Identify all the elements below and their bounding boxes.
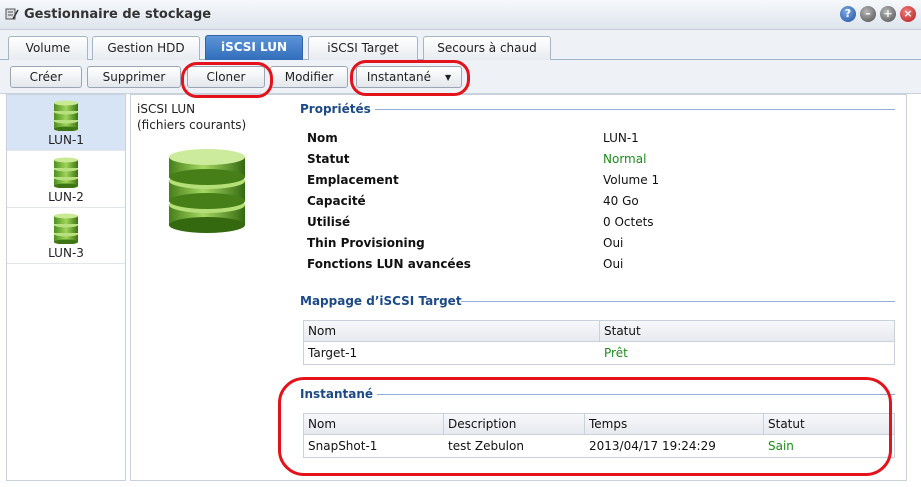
table-cell: 2013/04/17 19:24:29 [589,439,716,453]
prop-label: Emplacement [307,173,399,187]
column-header[interactable]: Nom [304,321,600,342]
lun-type: iSCSI LUN (fichiers courants) [137,101,246,133]
properties-title: Propriétés [300,102,371,116]
table-cell: Target-1 [308,346,358,360]
tab-iscsi-lun[interactable]: iSCSI LUN [205,35,303,61]
prop-label: Statut [307,152,350,166]
prop-value: Volume 1 [603,173,660,187]
close-icon[interactable]: × [900,6,916,22]
tab-secours-a-chaud[interactable]: Secours à chaud [423,36,551,60]
lun-list-item[interactable]: LUN-1 [7,95,125,151]
lun-list-item[interactable]: LUN-2 [7,152,125,208]
prop-label: Thin Provisioning [307,236,425,250]
column-header[interactable]: Nom [304,414,444,435]
mapping-table: Nom Statut Target-1 Prêt [303,320,895,365]
prop-label: Nom [307,131,338,145]
tab-strip: Volume Gestion HDD iSCSI LUN iSCSI Targe… [0,30,921,61]
storage-manager-icon [5,8,19,20]
tab-iscsi-target[interactable]: iSCSI Target [308,36,418,60]
lun-type-subline: (fichiers courants) [137,118,247,132]
prop-value: Oui [603,236,624,250]
prop-value: Oui [603,257,624,271]
minimize-icon[interactable]: – [860,6,876,22]
lun-list: LUN-1 LUN-2 LUN-3 [6,94,126,481]
modify-button[interactable]: Modifier [270,66,348,88]
status-value: Normal [603,152,647,166]
mapping-title: Mappage d’iSCSI Target [300,294,462,308]
title-bar: Gestionnaire de stockage ? – + × [0,0,921,30]
snapshot-table: Nom Description Temps Statut SnapShot-1 … [303,413,895,458]
lun-type-line: iSCSI LUN [137,102,196,116]
prop-label: Capacité [307,194,366,208]
delete-button[interactable]: Supprimer [87,66,181,88]
details-panel: iSCSI LUN (fichiers courants) Propriétés… [130,94,907,481]
prop-value: 0 Octets [603,215,654,229]
column-header[interactable]: Temps [585,414,764,435]
chevron-down-icon: ▼ [444,73,452,82]
lun-label: LUN-1 [48,133,84,147]
lun-list-item[interactable]: LUN-3 [7,208,125,264]
database-icon [54,157,78,188]
table-header: Nom Description Temps Statut [304,414,894,435]
snapshot-title: Instantané [300,387,374,401]
prop-label: Fonctions LUN avancées [307,257,471,271]
database-icon [169,149,245,233]
column-header[interactable]: Description [444,414,585,435]
database-icon [54,213,78,244]
status-cell: Prêt [604,346,628,360]
section-divider [377,394,895,395]
column-header[interactable]: Statut [764,414,894,435]
lun-label: LUN-3 [48,246,84,260]
database-icon [54,100,78,131]
toolbar: Créer Supprimer Cloner Modifier Instanta… [0,60,921,94]
lun-label: LUN-2 [48,190,84,204]
prop-label: Utilisé [307,215,351,229]
section-divider [461,301,895,302]
tab-volume[interactable]: Volume [8,36,88,60]
snapshot-dropdown-button[interactable]: Instantané ▼ [356,66,462,88]
tab-gestion-hdd[interactable]: Gestion HDD [92,36,200,60]
maximize-icon[interactable]: + [880,6,896,22]
table-header: Nom Statut [304,321,894,342]
clone-button[interactable]: Cloner [187,66,265,88]
create-button[interactable]: Créer [10,66,82,88]
section-divider [375,109,895,110]
snapshot-button-label: Instantané [366,70,431,84]
table-cell: SnapShot-1 [308,439,378,453]
window-title: Gestionnaire de stockage [24,7,212,22]
help-icon[interactable]: ? [840,6,856,22]
prop-value: LUN-1 [603,131,639,145]
table-cell: test Zebulon [448,439,524,453]
prop-value: 40 Go [603,194,639,208]
column-header[interactable]: Statut [600,321,894,342]
status-cell: Sain [768,439,794,453]
